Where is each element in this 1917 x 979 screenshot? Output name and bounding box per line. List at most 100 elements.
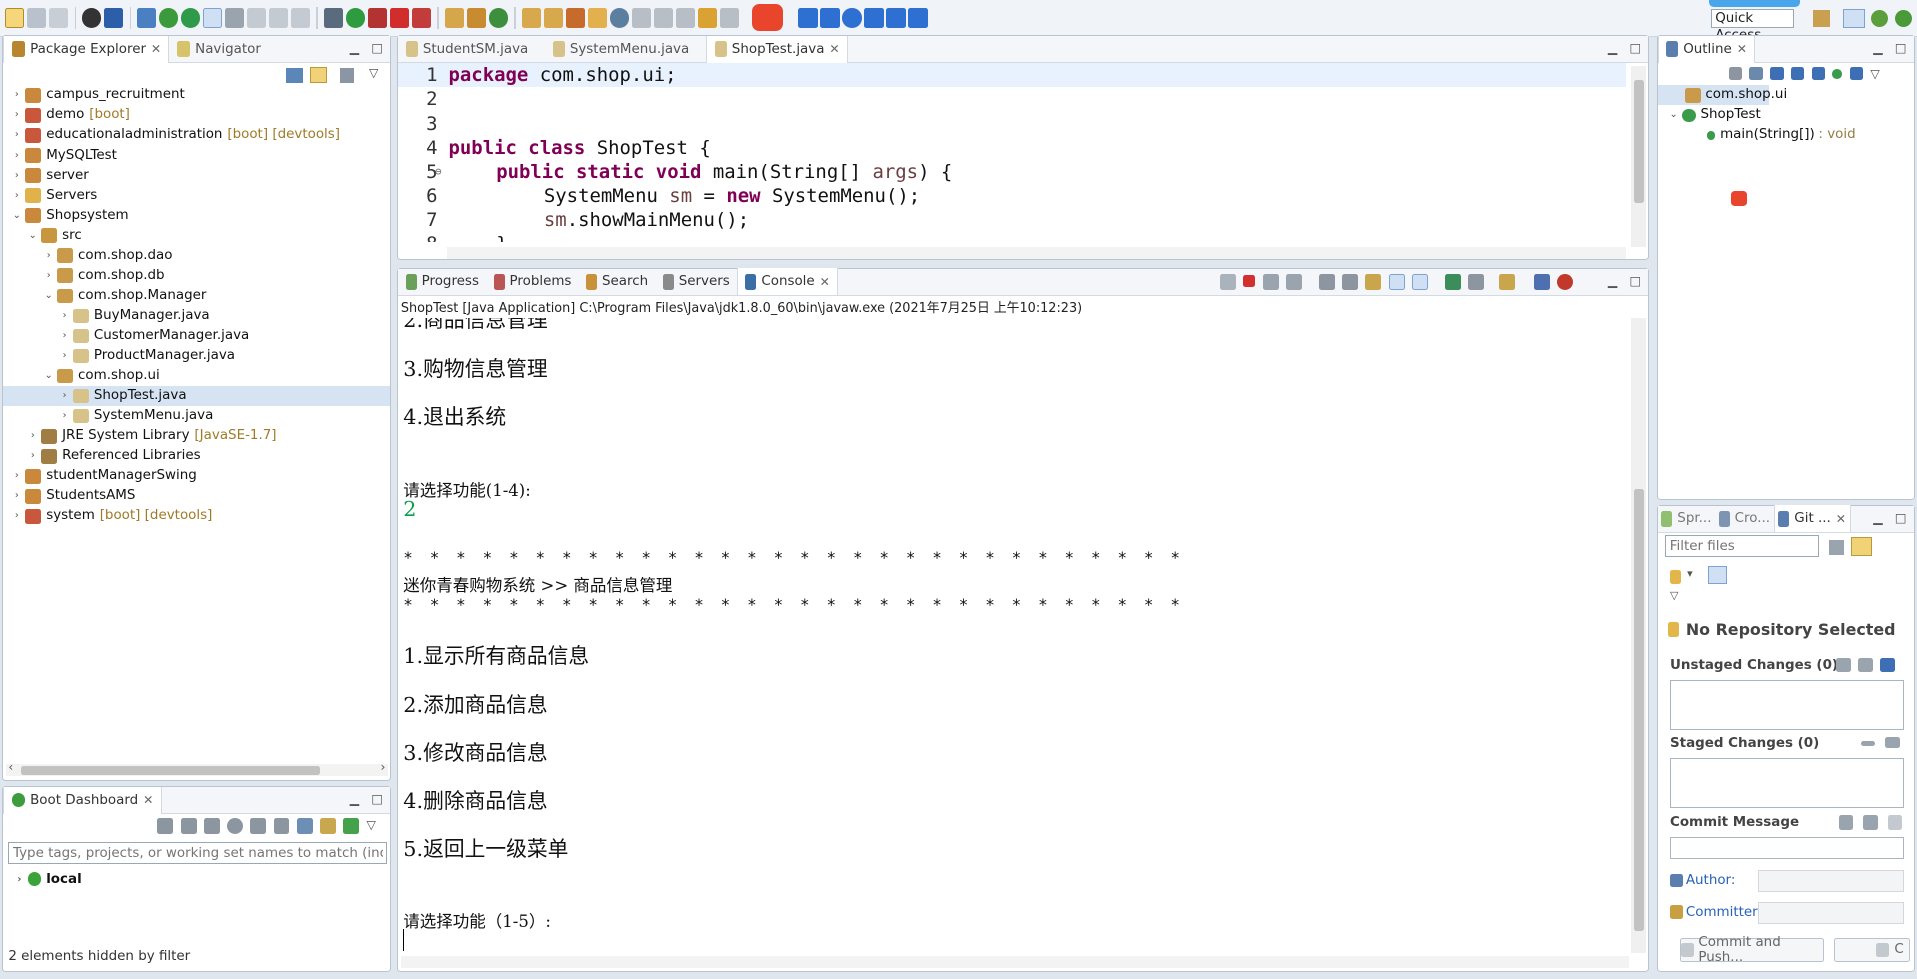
link-icon[interactable] xyxy=(1534,273,1550,290)
scrollbar-thumb[interactable] xyxy=(1633,488,1644,932)
tab-package-explorer[interactable]: Package Explorer ✕ xyxy=(3,35,170,63)
expand-icon[interactable]: › xyxy=(11,125,23,145)
relaunch-icon[interactable] xyxy=(1220,273,1236,290)
scroll-left-icon[interactable]: ‹ xyxy=(8,760,13,774)
forward-icon[interactable] xyxy=(719,8,740,28)
fold-icon[interactable]: ⊖ xyxy=(435,160,442,184)
globe-icon[interactable] xyxy=(609,8,630,28)
minimize-icon[interactable]: ▁ xyxy=(1873,511,1882,525)
sogou-ime-icon[interactable] xyxy=(751,4,784,32)
commit-message-input[interactable] xyxy=(1669,837,1904,860)
outline-method[interactable]: main(String[]): void xyxy=(1658,125,1914,145)
tree-item[interactable]: › demo [boot] xyxy=(3,105,390,125)
add-all-icon[interactable] xyxy=(1858,657,1873,673)
tree-item[interactable]: › com.shop.db xyxy=(3,266,390,286)
stop-icon[interactable] xyxy=(203,817,220,834)
hide-fields-icon[interactable] xyxy=(1770,67,1784,81)
ime-emoji-icon[interactable] xyxy=(841,8,862,28)
scroll-right-icon[interactable]: › xyxy=(380,760,385,774)
tab-studentsm[interactable]: StudentSM.java xyxy=(398,36,535,63)
maximize-icon[interactable]: □ xyxy=(371,41,383,55)
commit-button[interactable]: C xyxy=(1833,937,1910,963)
tab-cross-ref[interactable]: Cro... xyxy=(1715,505,1774,532)
tab-progress[interactable]: Progress xyxy=(398,268,486,295)
sogou-float-icon[interactable] xyxy=(1731,190,1747,207)
tab-spring[interactable]: Spr... xyxy=(1658,505,1715,532)
collapse-icon[interactable]: ⌄ xyxy=(1668,105,1680,125)
expand-icon[interactable]: › xyxy=(58,406,70,426)
open-folder-icon[interactable] xyxy=(587,8,608,28)
maximize-icon[interactable]: □ xyxy=(1630,274,1642,288)
remove-all-icon[interactable] xyxy=(1885,737,1900,749)
debug-icon[interactable] xyxy=(323,8,344,28)
expand-icon[interactable]: › xyxy=(11,186,23,206)
filter-files-input[interactable] xyxy=(1665,535,1820,558)
expand-icon[interactable]: › xyxy=(11,166,23,186)
view-menu-icon[interactable]: ▽ xyxy=(1870,67,1879,81)
tree-item[interactable]: › Servers xyxy=(3,186,390,206)
tree-item[interactable]: › campus_recruitment xyxy=(3,85,390,105)
tree-item[interactable]: › MySQLTest xyxy=(3,146,390,166)
tab-systemmenu[interactable]: SystemMenu.java xyxy=(545,36,696,63)
expand-icon[interactable]: › xyxy=(58,306,70,326)
horizontal-scrollbar[interactable]: ‹ › xyxy=(5,760,388,777)
tree-item[interactable]: › StudentsAMS xyxy=(3,486,390,506)
annotation-icon[interactable] xyxy=(246,8,267,28)
ansi-icon[interactable] xyxy=(1557,273,1574,290)
repository-icon[interactable] xyxy=(1669,569,1681,585)
presentation-icon[interactable] xyxy=(1850,536,1872,557)
amend-icon[interactable] xyxy=(1863,815,1878,830)
filter-icon[interactable] xyxy=(339,68,355,83)
outline-package[interactable]: com.shop.ui xyxy=(1657,85,1787,106)
skip-breakpoints-icon[interactable] xyxy=(136,8,157,28)
dropdown-icon[interactable]: ▾ xyxy=(1687,567,1693,580)
tab-problems[interactable]: Problems xyxy=(486,268,579,295)
collapse-icon[interactable]: ⌄ xyxy=(43,366,55,386)
author-label[interactable]: Author: xyxy=(1686,873,1736,888)
new-class-icon[interactable] xyxy=(466,8,487,28)
table-icon[interactable] xyxy=(296,817,313,834)
expand-icon[interactable]: › xyxy=(43,246,55,266)
outline-class[interactable]: ⌄ ShopTest xyxy=(1658,105,1914,125)
tab-search[interactable]: Search xyxy=(579,268,656,295)
tab-boot-dashboard[interactable]: Boot Dashboard ✕ xyxy=(3,786,162,814)
link-icon[interactable] xyxy=(1849,67,1864,81)
minimize-icon[interactable]: ▁ xyxy=(1608,274,1617,288)
new-package-icon[interactable] xyxy=(444,8,465,28)
quick-access-field[interactable]: Quick Access xyxy=(1710,8,1794,43)
close-icon[interactable]: ✕ xyxy=(143,793,153,807)
view-menu-icon[interactable]: ▽ xyxy=(366,818,375,834)
remove-all-icon[interactable] xyxy=(1286,273,1302,290)
next-annotation-icon[interactable] xyxy=(631,8,652,28)
ime-toolbox-icon[interactable] xyxy=(907,8,928,28)
whitespace-icon[interactable] xyxy=(290,8,311,28)
expand-icon[interactable]: › xyxy=(58,346,70,366)
refresh-icon[interactable] xyxy=(227,817,244,834)
word-wrap-icon[interactable] xyxy=(1365,273,1382,290)
occurrence-icon[interactable] xyxy=(224,8,245,28)
console-icon[interactable] xyxy=(250,817,267,834)
stop-icon[interactable] xyxy=(389,8,410,28)
minimize-icon[interactable]: ▁ xyxy=(1873,41,1882,55)
committer-field[interactable] xyxy=(1758,902,1904,925)
vertical-scrollbar[interactable] xyxy=(1631,65,1646,247)
baidu-pan-icon[interactable] xyxy=(1709,0,1800,8)
profile-icon[interactable] xyxy=(81,8,102,28)
author-field[interactable] xyxy=(1758,870,1904,893)
debug-perspective-icon[interactable] xyxy=(1870,9,1888,27)
link-editor-icon[interactable] xyxy=(310,67,328,83)
local-node[interactable]: › local xyxy=(13,869,400,889)
collapse-icon[interactable]: ⌄ xyxy=(43,286,55,306)
collapse-icon[interactable]: ⌄ xyxy=(11,206,23,226)
expand-icon[interactable]: › xyxy=(13,874,25,885)
tree-item[interactable]: › studentManagerSwing xyxy=(3,466,390,486)
scrollbar-thumb[interactable] xyxy=(1633,80,1644,203)
ime-handwrite-icon[interactable] xyxy=(863,8,884,28)
pin-console-icon[interactable] xyxy=(1444,273,1461,290)
spring-boot-icon[interactable] xyxy=(158,8,179,28)
tree-item[interactable]: ⌄ com.shop.ui xyxy=(3,366,390,386)
close-icon[interactable]: ✕ xyxy=(820,275,830,289)
tree-item[interactable]: › com.shop.dao xyxy=(3,246,390,266)
layout-icon[interactable] xyxy=(1707,565,1728,585)
terminal-icon[interactable] xyxy=(103,8,124,28)
